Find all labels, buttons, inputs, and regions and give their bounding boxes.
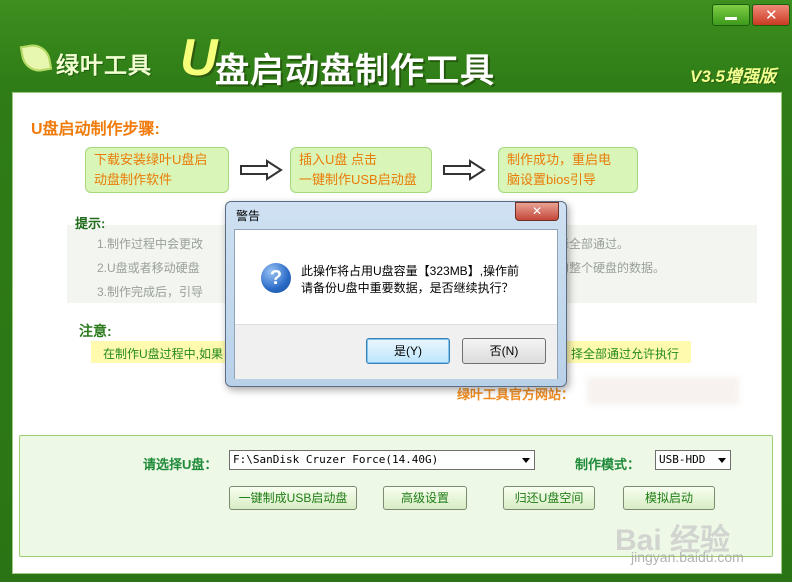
restore-usb-space-button[interactable]: 归还U盘空间: [503, 486, 595, 510]
dialog-message-line1: 此操作将占用U盘容量【323MB】,操作前: [301, 264, 520, 278]
close-button[interactable]: ✕: [752, 4, 790, 26]
chevron-down-icon: [718, 458, 726, 463]
step-3-box: 制作成功，重启电 脑设置bios引导: [498, 147, 638, 193]
warning-dialog: 警告 ✕ ? 此操作将占用U盘容量【323MB】,操作前 请备份U盘中重要数据，…: [225, 201, 567, 387]
dialog-title: 警告: [236, 209, 261, 223]
leaf-logo-icon: [19, 41, 53, 75]
mode-label: 制作模式：: [575, 457, 641, 472]
title-u: U: [180, 29, 218, 87]
usb-drive-value: F:\SanDisk Cruzer Force(14.40G): [233, 453, 439, 466]
question-icon: ?: [261, 263, 291, 293]
dialog-message: 此操作将占用U盘容量【323MB】,操作前 请备份U盘中重要数据，是否继续执行？: [301, 263, 519, 297]
title-bar: 绿叶工具 U 盘启动盘制作工具 V3.5增强版 ✕: [0, 0, 792, 92]
tip-line-1: 1.制作过程中会更改: [97, 237, 204, 251]
step-1-line1: 下载安装绿叶U盘启: [94, 152, 208, 167]
advanced-settings-button[interactable]: 高级设置: [383, 486, 467, 510]
tips-heading: 提示:: [75, 216, 106, 231]
dialog-close-button[interactable]: ✕: [515, 202, 559, 221]
step-2-line2: 一键制作USB启动盘: [299, 172, 417, 187]
step-3-line2: 脑设置bios引导: [507, 172, 596, 187]
chevron-down-icon: [522, 458, 530, 463]
arrow-right-icon: [240, 159, 283, 181]
select-usb-label: 请选择U盘：: [143, 457, 218, 472]
tip-line-2: 2.U盘或者移动硬盘: [97, 261, 200, 275]
minimize-icon: [725, 17, 737, 20]
logo-text: 绿叶工具: [56, 52, 152, 78]
usb-drive-select[interactable]: F:\SanDisk Cruzer Force(14.40G): [229, 450, 535, 470]
close-icon: ✕: [765, 6, 778, 24]
website-url-blurred: [587, 377, 739, 405]
step-2-box: 插入U盘 点击 一键制作USB启动盘: [290, 147, 432, 193]
note-text-right: 择全部通过允许执行: [571, 347, 680, 361]
tip-line-2-right: 的整个硬盘的数据。: [557, 261, 666, 275]
yes-button[interactable]: 是(Y): [366, 338, 450, 364]
dialog-message-line2: 请备份U盘中重要数据，是否继续执行？: [301, 281, 514, 295]
dialog-body: ? 此操作将占用U盘容量【323MB】,操作前 请备份U盘中重要数据，是否继续执…: [234, 229, 558, 379]
step-1-line2: 动盘制作软件: [94, 172, 173, 187]
simulate-boot-button[interactable]: 模拟启动: [623, 486, 715, 510]
step-1-box: 下载安装绿叶U盘启 动盘制作软件: [85, 147, 229, 193]
arrow-right-icon: [443, 159, 486, 181]
note-text-left: 在制作U盘过程中,如果: [103, 347, 224, 361]
mode-value: USB-HDD: [659, 453, 706, 466]
app-title: 盘启动盘制作工具: [215, 52, 495, 90]
step-3-line1: 制作成功，重启电: [507, 152, 612, 167]
version-label: V3.5增强版: [690, 67, 776, 86]
no-button[interactable]: 否(N): [462, 338, 546, 364]
tip-line-1-right: 择全部通过。: [557, 237, 630, 251]
mode-select[interactable]: USB-HDD: [655, 450, 731, 470]
one-click-make-button[interactable]: 一键制成USB启动盘: [229, 486, 357, 510]
baidu-watermark-url: jingyan.baidu.com: [631, 549, 744, 565]
tip-line-3: 3.制作完成后，引导: [97, 285, 204, 299]
step-2-line1: 插入U盘 点击: [299, 152, 378, 167]
minimize-button[interactable]: [712, 4, 750, 26]
steps-heading: U盘启动制作步骤:: [31, 121, 160, 138]
note-heading: 注意:: [79, 323, 112, 339]
